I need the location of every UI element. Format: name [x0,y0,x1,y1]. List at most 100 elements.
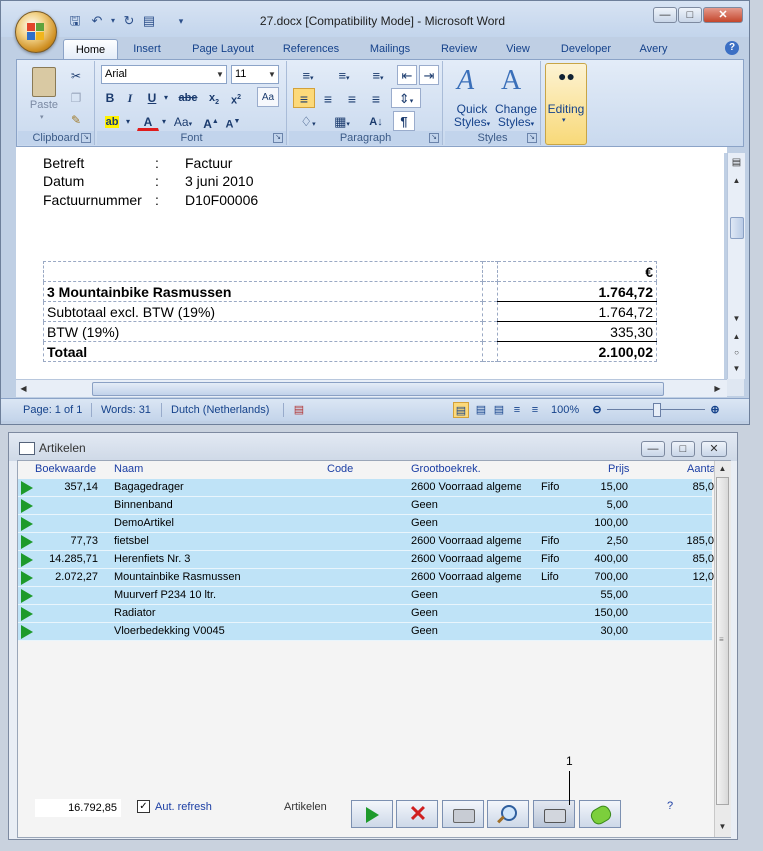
ruler-toggle-icon[interactable]: ▤ [729,155,744,170]
tab-review[interactable]: Review [433,39,485,59]
minimize-button[interactable]: — [653,7,677,23]
clear-formatting-icon[interactable]: Aa [257,87,279,107]
run-button[interactable] [351,800,393,828]
copy-icon[interactable]: ❐ [66,87,86,107]
tab-home[interactable]: Home [63,39,118,60]
vertical-scroll-thumb[interactable] [730,217,744,239]
play-icon[interactable] [21,589,33,603]
play-icon[interactable] [21,553,33,567]
highlight-button[interactable]: ab [101,111,123,131]
quick-styles-button[interactable]: A Quick Styles▾ [451,65,491,131]
change-case-button[interactable]: Aa▾ [171,111,195,131]
change-styles-button[interactable]: A Change Styles▾ [495,65,537,131]
font-launcher-icon[interactable]: ↘ [273,133,283,143]
grow-font-button[interactable]: A▲ [201,111,221,131]
column-header-grootboekrek[interactable]: Grootboekrek. [411,462,481,476]
play-icon[interactable] [21,499,33,513]
bullets-button[interactable]: ≡▾ [291,65,325,85]
paste-button[interactable]: Paste ▾ [26,65,62,121]
multilevel-list-button[interactable]: ≡▾ [363,65,393,85]
print-button[interactable] [442,800,484,828]
align-left-button[interactable]: ≡ [293,88,315,108]
table-row[interactable]: Muurverf P234 10 ltr. Geen 55,00 [18,587,712,605]
styles-launcher-icon[interactable]: ↘ [527,133,537,143]
play-icon[interactable] [21,625,33,639]
help-link[interactable]: ? [667,800,673,812]
font-color-button[interactable]: A [137,111,159,131]
draft-icon[interactable]: ≡ [527,402,543,418]
italic-button[interactable]: I [121,87,139,107]
document-page[interactable]: Betreft : Factuur Datum : 3 juni 2010 Fa… [16,153,724,379]
scroll-up-icon[interactable]: ▲ [729,173,744,188]
shrink-font-button[interactable]: A▼ [223,111,243,131]
language-indicator[interactable]: Dutch (Netherlands) [171,402,269,418]
tab-avery[interactable]: Avery [631,39,676,59]
vertical-scrollbar[interactable]: ▤ ▲ ▼ ▲ ○ ▼ [727,153,745,379]
previous-page-icon[interactable]: ▲ [729,329,744,344]
table-row[interactable]: 14.285,71 Herenfiets Nr. 3 2600 Voorraad a… [18,551,714,569]
decrease-indent-button[interactable]: ⇤ [397,65,417,85]
superscript-button[interactable]: x2 [227,87,245,107]
table-row[interactable]: Vloerbedekking V0045 Geen 30,00 [18,623,712,641]
proofing-icon[interactable]: ▤ [292,402,306,418]
zoom-out-icon[interactable]: ⊖ [589,402,605,418]
bold-button[interactable]: B [101,87,119,107]
shading-button[interactable]: ♢▾ [293,111,323,131]
customize-qat-icon[interactable]: ▾ [173,13,189,29]
clipboard-launcher-icon[interactable]: ↘ [81,133,91,143]
tab-insert[interactable]: Insert [123,39,171,59]
artikelen-close-button[interactable]: ✕ [701,441,727,457]
table-row[interactable]: DemoArtikel Geen 100,00 [18,515,712,533]
close-button[interactable]: ✕ [703,7,743,23]
editing-button[interactable]: ●● Editing ▾ [545,63,587,145]
outline-icon[interactable]: ≡ [509,402,525,418]
refresh-button[interactable] [579,800,621,828]
search-button[interactable] [487,800,529,828]
save-icon[interactable]: 🖫 [67,13,83,29]
zoom-level[interactable]: 100% [551,402,579,418]
redo-icon[interactable]: ↻ [121,13,137,29]
print-layout-icon[interactable]: ▤ [453,402,469,418]
play-icon[interactable] [21,571,33,585]
print-preview-icon[interactable]: ▤ [141,13,157,29]
increase-indent-button[interactable]: ⇥ [419,65,439,85]
borders-button[interactable]: ▦▾ [327,111,357,131]
column-header-aantal[interactable]: Aanta [687,462,714,476]
select-browse-object-icon[interactable]: ○ [729,345,744,360]
tab-page-layout[interactable]: Page Layout [181,39,265,59]
table-row[interactable]: Radiator Geen 150,00 [18,605,712,623]
show-hide-button[interactable]: ¶ [393,111,415,131]
font-color-dropdown-icon[interactable]: ▾ [159,111,169,131]
subscript-button[interactable]: x2 [205,87,223,107]
help-icon[interactable]: ? [725,41,739,55]
scroll-left-icon[interactable]: ◀ [16,381,31,396]
highlight-dropdown-icon[interactable]: ▾ [123,111,133,131]
page-count[interactable]: Page: 1 of 1 [23,402,82,418]
grid-scroll-up-icon[interactable]: ▲ [715,461,730,476]
cut-icon[interactable]: ✂ [66,65,86,85]
font-size-combo[interactable]: 11 ▼ [231,65,279,84]
tab-references[interactable]: References [275,39,347,59]
tab-view[interactable]: View [497,39,539,59]
play-icon[interactable] [21,517,33,531]
undo-icon[interactable]: ↶ [89,13,105,29]
numbering-button[interactable]: ≡▾ [327,65,361,85]
align-right-button[interactable]: ≡ [341,88,363,108]
web-layout-icon[interactable]: ▤ [491,402,507,418]
full-screen-reading-icon[interactable]: ▤ [473,402,489,418]
underline-button[interactable]: U [143,87,161,107]
underline-dropdown-icon[interactable]: ▾ [161,87,171,107]
strikethrough-button[interactable]: abe [175,87,201,107]
tab-developer[interactable]: Developer [551,39,621,59]
table-row[interactable]: Binnenband Geen 5,00 [18,497,712,515]
grid-scroll-down-icon[interactable]: ▼ [715,819,730,834]
justify-button[interactable]: ≡ [365,88,387,108]
scroll-down-icon[interactable]: ▼ [729,311,744,326]
horizontal-scroll-thumb[interactable] [92,382,664,396]
table-row[interactable]: 2.072,27 Mountainbike Rasmussen 2600 Voorr… [18,569,714,587]
align-center-button[interactable]: ≡ [317,88,339,108]
zoom-in-icon[interactable]: ⊕ [707,402,723,418]
table-row[interactable]: 357,14 Bagagedrager 2600 Voorraad algeme Fi… [18,479,714,497]
format-painter-icon[interactable]: ✎ [66,109,86,129]
auto-refresh-checkbox[interactable]: ✓ [137,800,150,813]
